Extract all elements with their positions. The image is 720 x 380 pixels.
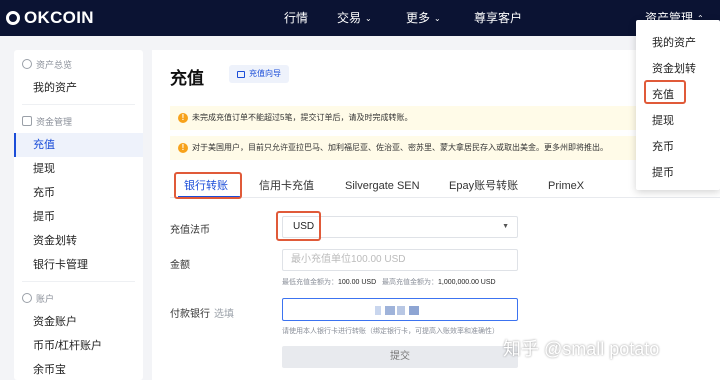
sidebar: 资产总览 我的资产 资金管理 充值 提现 充币 提币 资金划转 银行卡管理 账户…	[14, 50, 143, 380]
submit-button[interactable]: 提交	[282, 346, 518, 368]
amount-label: 金额	[170, 260, 190, 271]
tab-epay-transfer[interactable]: Epay账号转账	[449, 176, 518, 198]
sidebar-item-spot-margin-account[interactable]: 币币/杠杆账户	[14, 334, 143, 358]
deposit-guide-button[interactable]: 充值向导	[229, 65, 289, 83]
asset-management-dropdown: 我的资产 资金划转 充值 提现 充币 提币	[636, 20, 720, 190]
min-amount-label: 最低充值金额为：	[282, 279, 338, 286]
sidebar-divider	[22, 281, 135, 282]
max-amount-label: 最高充值金额为：	[381, 279, 438, 286]
sidebar-divider	[22, 104, 135, 105]
bank-label: 付款银行 选填	[170, 305, 234, 320]
tab-credit-card[interactable]: 信用卡充值	[259, 176, 314, 198]
sidebar-section-funds: 资金管理	[14, 109, 143, 133]
sidebar-section-overview: 资产总览	[14, 52, 143, 76]
clock-icon	[22, 59, 32, 69]
notice-text: 对于美国用户，目前只允许亚拉巴马、加利福尼亚、佐治亚、密苏里、蒙大拿居民存入或取…	[192, 143, 608, 152]
blurred-bank-name	[385, 306, 395, 315]
warning-icon: !	[178, 113, 188, 123]
nav-more-label: 更多	[406, 11, 431, 25]
sidebar-item-deposit-crypto[interactable]: 充币	[14, 181, 143, 205]
nav-premium-label: 尊享客户	[474, 11, 523, 25]
nav-more[interactable]: 更多 ⌄	[406, 0, 441, 36]
wallet-icon	[22, 116, 32, 126]
blurred-bank-name	[397, 306, 405, 315]
logo-mark-icon	[6, 11, 20, 25]
chevron-down-icon: ⌄	[365, 13, 372, 23]
dropdown-item-withdraw-crypto[interactable]: 提币	[652, 164, 674, 180]
blurred-bank-name	[375, 306, 381, 315]
nav-trade[interactable]: 交易 ⌄	[337, 0, 372, 36]
highlight-dropdown-deposit	[644, 80, 686, 104]
dropdown-arrow-icon: ▼	[502, 223, 509, 230]
watermark: 知乎 @small potato	[503, 339, 660, 359]
nav-premium-clients[interactable]: 尊享客户	[474, 0, 522, 36]
page-title: 充值	[170, 69, 204, 88]
sidebar-section-label: 资金管理	[36, 116, 73, 127]
nav-trade-label: 交易	[337, 11, 362, 25]
sidebar-section-label: 账户	[36, 293, 55, 304]
amount-limits-hint: 最低充值金额为：100.00 USD 最高充值金额为：1,000,000.00 …	[282, 277, 496, 287]
sidebar-item-funding-account[interactable]: 资金账户	[14, 310, 143, 334]
bank-hint: 请使用本人银行卡进行转账（绑定银行卡，可提高入账效率和准确性）	[282, 328, 499, 335]
chevron-down-icon: ⌄	[434, 13, 441, 23]
optional-tag: 选填	[214, 309, 234, 320]
payment-bank-input[interactable]	[282, 298, 518, 321]
dropdown-item-deposit-crypto[interactable]: 充币	[652, 138, 674, 154]
highlight-currency-select	[276, 211, 321, 241]
max-amount-value: 1,000,000.00 USD	[437, 279, 496, 286]
blurred-bank-name	[409, 306, 419, 315]
tab-silvergate-sen[interactable]: Silvergate SEN	[345, 176, 420, 198]
user-icon	[22, 293, 32, 303]
bank-label-text: 付款银行	[170, 309, 210, 320]
min-amount-value: 100.00 USD	[338, 279, 377, 286]
book-icon	[237, 70, 245, 78]
dropdown-item-transfer[interactable]: 资金划转	[652, 60, 696, 76]
sidebar-item-withdraw-crypto[interactable]: 提币	[14, 205, 143, 229]
currency-label: 充值法币	[170, 225, 210, 236]
deposit-guide-label: 充值向导	[249, 69, 281, 78]
highlight-bank-transfer-tab	[174, 172, 242, 199]
dropdown-item-withdraw[interactable]: 提现	[652, 112, 674, 128]
sidebar-section-account: 账户	[14, 286, 143, 310]
sidebar-section-label: 资产总览	[36, 59, 73, 70]
okcoin-logo[interactable]: OKCOIN	[6, 8, 94, 28]
nav-market-label: 行情	[284, 11, 309, 25]
dropdown-item-my-assets[interactable]: 我的资产	[652, 34, 696, 50]
sidebar-item-deposit[interactable]: 充值	[14, 133, 143, 157]
sidebar-item-transfer[interactable]: 资金划转	[14, 229, 143, 253]
tab-primex[interactable]: PrimeX	[548, 176, 584, 198]
amount-input[interactable]: 最小充值单位100.00 USD	[282, 249, 518, 271]
main-panel: 充值 充值向导 ! 未完成充值订单不能超过5笔，提交订单后，请及时完成转账。 !…	[152, 50, 720, 380]
sidebar-item-my-assets[interactable]: 我的资产	[14, 76, 143, 100]
warning-icon: !	[178, 143, 188, 153]
nav-market[interactable]: 行情	[284, 0, 308, 36]
sidebar-item-withdraw[interactable]: 提现	[14, 157, 143, 181]
logo-text: OKCOIN	[24, 8, 94, 27]
sidebar-item-savings[interactable]: 余币宝	[14, 358, 143, 380]
notice-text: 未完成充值订单不能超过5笔，提交订单后，请及时完成转账。	[192, 113, 413, 122]
top-navigation-bar: OKCOIN 行情 交易 ⌄ 更多 ⌄ 尊享客户 资产管理 ⌃	[0, 0, 720, 36]
sidebar-item-bank-cards[interactable]: 银行卡管理	[14, 253, 143, 277]
